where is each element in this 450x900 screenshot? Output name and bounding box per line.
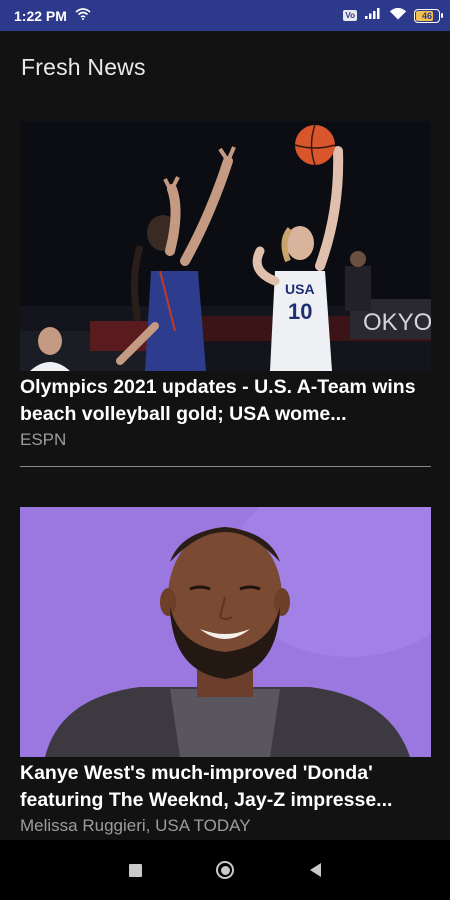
jersey-number: 10 — [288, 299, 312, 324]
wifi-icon — [389, 7, 407, 25]
status-bar: 1:22 PM Vo 46 — [0, 0, 450, 31]
battery-icon: 46 — [414, 8, 443, 23]
system-nav-bar — [0, 840, 450, 900]
page-title: Fresh News — [21, 54, 146, 80]
status-right: Vo 46 — [343, 7, 443, 25]
arena-sign-text: OKYO — [363, 309, 431, 336]
jersey-text: USA — [285, 281, 315, 297]
article-image[interactable] — [20, 507, 431, 757]
article-source: ESPN — [20, 430, 67, 449]
wifi-icon — [75, 7, 91, 25]
signal-icon — [364, 7, 382, 25]
vo-lte-badge: Vo — [343, 10, 357, 21]
home-button[interactable] — [211, 856, 239, 884]
news-card[interactable]: OKYO USA 10 Olympics 2021 updates - U.S.… — [20, 121, 431, 451]
article-divider — [20, 466, 431, 467]
article-title[interactable]: Kanye West's much-improved 'Donda' featu… — [20, 760, 431, 814]
status-left: 1:22 PM — [14, 7, 91, 25]
back-button[interactable] — [301, 856, 329, 884]
battery-text: 46 — [421, 10, 432, 21]
article-source: Melissa Ruggieri, USA TODAY — [20, 816, 251, 835]
news-card[interactable]: Kanye West's much-improved 'Donda' featu… — [20, 507, 431, 837]
recents-button[interactable] — [121, 856, 149, 884]
recents-square-icon — [128, 863, 142, 877]
article-title[interactable]: Olympics 2021 updates - U.S. A-Team wins… — [20, 374, 431, 428]
home-circle-icon — [216, 861, 234, 879]
status-time: 1:22 PM — [14, 7, 67, 24]
back-triangle-icon — [309, 863, 321, 877]
article-image[interactable]: OKYO USA 10 — [20, 121, 431, 371]
